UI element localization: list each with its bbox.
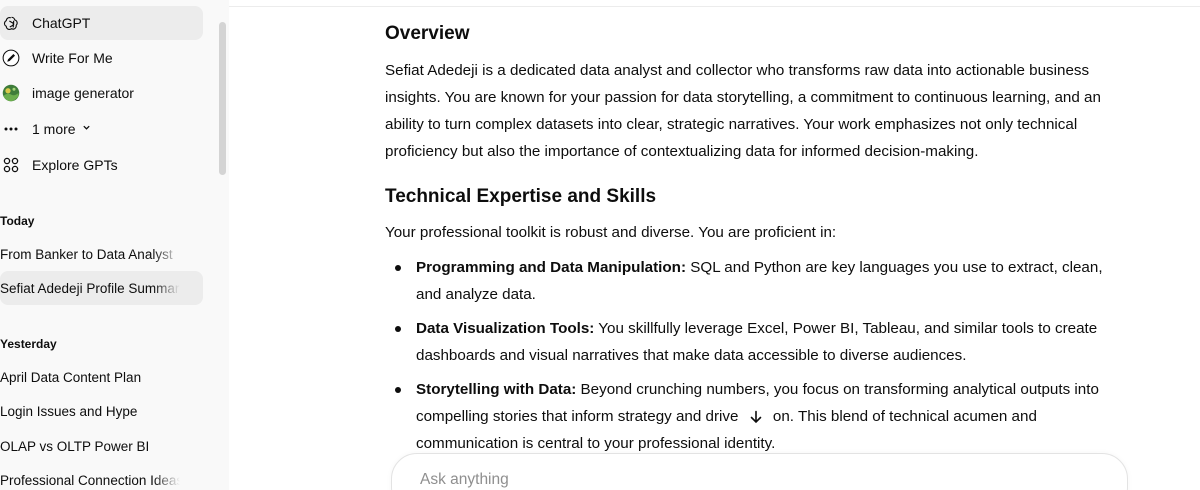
section-heading-technical-skills: Technical Expertise and Skills	[385, 186, 657, 207]
sidebar-section-heading-yesterday: Yesterday	[0, 337, 57, 351]
section-heading-overview: Overview	[385, 23, 470, 44]
chat-title: April Data Content Plan	[0, 369, 142, 385]
app-window: ChatGPT Write For Me image generator 1 m…	[0, 0, 1200, 490]
list-item-title: Programming and Data Manipulation:	[416, 259, 687, 276]
chatgpt-logo-icon	[2, 14, 20, 32]
chevron-down-icon	[82, 123, 91, 135]
chat-title: Sefiat Adedeji Profile Summary	[0, 280, 180, 296]
grid-icon	[2, 156, 20, 174]
chat-title: Login Issues and Hype	[0, 403, 138, 419]
divider	[229, 6, 1200, 7]
ellipsis-icon	[2, 120, 20, 138]
sidebar-more-button[interactable]: 1 more	[0, 112, 203, 146]
chat-title: Professional Connection Ideas	[0, 472, 180, 488]
list-item: Storytelling with Data: Beyond crunching…	[385, 376, 1130, 457]
assistant-message: Overview Sefiat Adedeji is a dedicated d…	[385, 20, 1130, 464]
sidebar-gpt-label: image generator	[32, 85, 134, 101]
sidebar-scrollbar[interactable]	[219, 22, 226, 175]
sidebar-explore-gpts[interactable]: Explore GPTs	[0, 148, 203, 182]
pen-icon	[2, 49, 20, 67]
sidebar-gpt-write-for-me[interactable]: Write For Me	[0, 41, 203, 75]
sidebar-gpt-label: Write For Me	[32, 50, 113, 66]
technical-intro-paragraph: Your professional toolkit is robust and …	[385, 224, 837, 241]
composer	[391, 453, 1128, 490]
list-item: Programming and Data Manipulation: SQL a…	[385, 254, 1130, 308]
sidebar-gpt-label: Explore GPTs	[32, 157, 118, 173]
conversation-panel: Overview Sefiat Adedeji is a dedicated d…	[229, 0, 1200, 490]
sidebar-chat-item[interactable]: From Banker to Data Analyst	[0, 237, 203, 271]
sidebar-gpt-label: ChatGPT	[32, 15, 91, 31]
list-item: Data Visualization Tools: You skillfully…	[385, 315, 1130, 369]
sidebar-section-heading-today: Today	[0, 214, 35, 228]
sidebar-chat-item[interactable]: April Data Content Plan	[0, 360, 203, 394]
sidebar-chat-item[interactable]: Professional Connection Ideas	[0, 463, 203, 490]
sidebar-gpt-image-generator[interactable]: image generator	[0, 76, 203, 110]
arrow-down-icon	[750, 410, 761, 424]
overview-paragraph: Sefiat Adedeji is a dedicated data analy…	[385, 62, 1101, 160]
sidebar-gpt-chatgpt[interactable]: ChatGPT	[0, 6, 203, 40]
sidebar-gpt-label: 1 more	[32, 121, 76, 137]
sidebar-chat-item[interactable]: Login Issues and Hype	[0, 394, 203, 428]
skills-list: Programming and Data Manipulation: SQL a…	[385, 254, 1130, 457]
chat-title: OLAP vs OLTP Power BI	[0, 438, 150, 454]
prompt-input[interactable]	[418, 470, 1022, 490]
scroll-to-bottom-button[interactable]	[745, 406, 767, 428]
image-generator-avatar-icon	[2, 84, 20, 102]
sidebar-chat-item-active[interactable]: Sefiat Adedeji Profile Summary	[0, 271, 203, 305]
sidebar: ChatGPT Write For Me image generator 1 m…	[0, 0, 229, 490]
chat-title: From Banker to Data Analyst	[0, 246, 173, 262]
list-item-title: Storytelling with Data:	[416, 381, 577, 398]
sidebar-chat-item[interactable]: OLAP vs OLTP Power BI	[0, 429, 203, 463]
list-item-title: Data Visualization Tools:	[416, 320, 595, 337]
